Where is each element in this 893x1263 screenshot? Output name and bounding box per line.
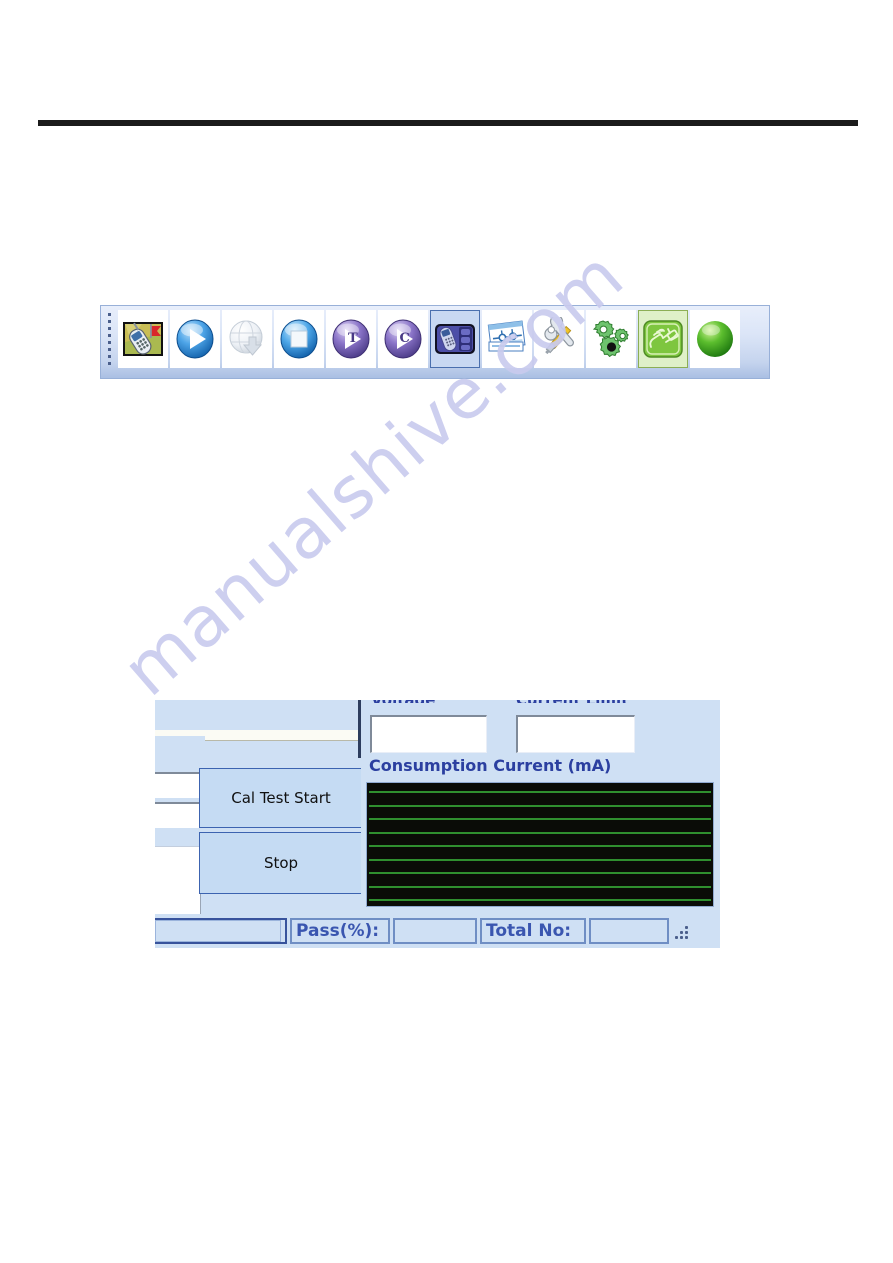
voltage-label: Voltage bbox=[371, 700, 435, 703]
chart-gridline bbox=[369, 832, 711, 834]
phone-flag-icon bbox=[122, 318, 164, 360]
cropped-field-1[interactable] bbox=[155, 772, 201, 798]
window-client-area: Cal Test Start Stop Voltage Current Limi… bbox=[155, 700, 720, 948]
toolbar-button-tools[interactable] bbox=[534, 310, 584, 368]
chart-gridline bbox=[369, 818, 711, 820]
globe-download-icon bbox=[225, 317, 269, 361]
total-no-label: Total No: bbox=[480, 918, 586, 944]
cal-test-window: Cal Test Start Stop Voltage Current Limi… bbox=[155, 700, 720, 948]
toolbar-drag-handle[interactable] bbox=[105, 311, 114, 369]
chart-gridline bbox=[369, 886, 711, 888]
progress-bar bbox=[155, 918, 287, 944]
toolbar-button-options[interactable] bbox=[586, 310, 636, 368]
resize-grip-icon[interactable] bbox=[673, 918, 691, 944]
toolbar-button-download[interactable] bbox=[222, 310, 272, 368]
progress-bar-fill bbox=[155, 920, 281, 942]
play-t-icon: T bbox=[329, 317, 373, 361]
chart-gridline bbox=[369, 845, 711, 847]
toolbar-button-schematic[interactable] bbox=[482, 310, 532, 368]
wrench-tools-icon bbox=[537, 317, 581, 361]
play-c-icon: C bbox=[381, 317, 425, 361]
main-toolbar: T C bbox=[100, 305, 770, 379]
chart-plot-area bbox=[367, 783, 713, 906]
stop-button[interactable]: Stop bbox=[199, 832, 363, 894]
page-horizontal-rule bbox=[38, 120, 858, 126]
play-icon bbox=[173, 317, 217, 361]
toolbar-button-cal-mode[interactable]: C bbox=[378, 310, 428, 368]
chart-gridline bbox=[369, 859, 711, 861]
toolbar-button-fixture[interactable] bbox=[430, 310, 480, 368]
cal-test-start-button[interactable]: Cal Test Start bbox=[199, 768, 363, 828]
phone-fixture-icon bbox=[434, 318, 476, 360]
blueprint-icon bbox=[485, 318, 529, 360]
measurement-group: Voltage Current Limit Consumption Curren… bbox=[361, 700, 720, 914]
green-sphere-icon bbox=[693, 317, 737, 361]
total-no-value bbox=[589, 918, 669, 944]
voltage-input[interactable] bbox=[370, 715, 487, 753]
gears-icon bbox=[589, 317, 633, 361]
current-limit-label: Current Limit bbox=[516, 700, 628, 703]
toolbar-button-connect[interactable] bbox=[638, 310, 688, 368]
svg-text:T: T bbox=[348, 331, 358, 346]
consumption-current-label: Consumption Current (mA) bbox=[369, 756, 612, 775]
toolbar-button-test-mode[interactable]: T bbox=[326, 310, 376, 368]
pass-percent-label: Pass(%): bbox=[290, 918, 390, 944]
cropped-field-2[interactable] bbox=[155, 802, 201, 828]
current-limit-input[interactable] bbox=[516, 715, 635, 753]
chart-gridline bbox=[369, 791, 711, 793]
chart-gridline bbox=[369, 872, 711, 874]
status-bar: Pass(%): Total No: bbox=[155, 914, 720, 948]
toolbar-button-play[interactable] bbox=[170, 310, 220, 368]
pass-percent-value bbox=[393, 918, 477, 944]
chart-gridline bbox=[369, 899, 711, 901]
hand-plug-icon bbox=[642, 318, 684, 360]
chart-gridline bbox=[369, 805, 711, 807]
toolbar-button-status[interactable] bbox=[690, 310, 740, 368]
stop-icon bbox=[277, 317, 321, 361]
left-controls-strip bbox=[155, 736, 205, 932]
svg-text:C: C bbox=[400, 331, 410, 346]
consumption-current-chart[interactable] bbox=[366, 782, 714, 907]
toolbar-button-stop[interactable] bbox=[274, 310, 324, 368]
toolbar-button-phone-flag[interactable] bbox=[118, 310, 168, 368]
